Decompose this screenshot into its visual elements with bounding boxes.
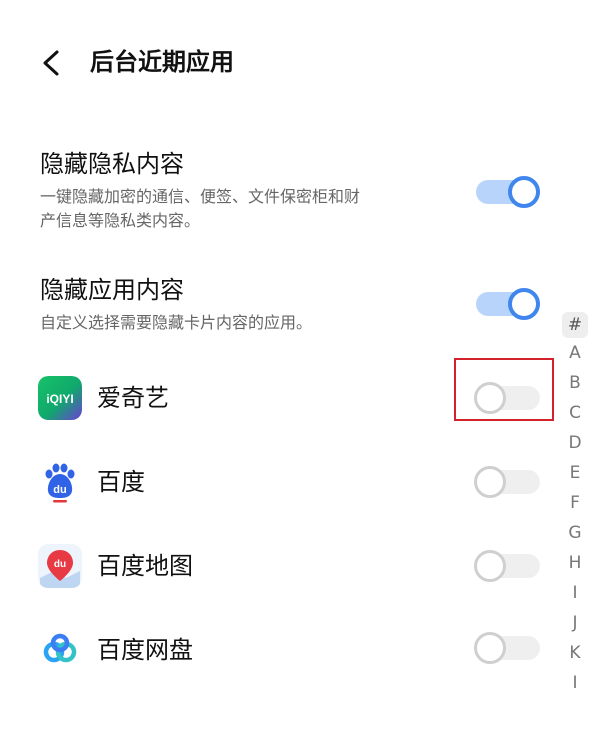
setting-title: 隐藏应用内容 (40, 276, 184, 304)
index-item-c[interactable]: C (562, 398, 588, 428)
baidu-map-toggle[interactable] (474, 550, 544, 582)
baidu-icon: du (38, 460, 82, 504)
app-name: 百度 (97, 468, 145, 496)
back-button[interactable] (32, 42, 72, 82)
header-bar: 后台近期应用 (0, 0, 600, 125)
toggle-knob (474, 550, 506, 582)
alphabet-index[interactable]: # A B C D E F G H I J K I (562, 312, 590, 698)
setting-description: 自定义选择需要隐藏卡片内容的应用。 (40, 313, 313, 332)
app-name: 百度网盘 (97, 636, 193, 664)
setting-title: 隐藏隐私内容 (40, 150, 184, 178)
baidu-netdisk-icon (38, 628, 82, 672)
baidu-toggle[interactable] (474, 466, 544, 498)
baidu-map-icon-text: du (54, 559, 66, 570)
baidu-netdisk-toggle[interactable] (474, 632, 544, 664)
toggle-knob (508, 288, 540, 320)
setting-description-line: 产信息等隐私类内容。 (40, 211, 201, 230)
chevron-left-icon (43, 50, 59, 76)
index-item-d[interactable]: D (562, 428, 588, 458)
setting-hide-private-content: 隐藏隐私内容 一键隐藏加密的通信、便签、文件保密柜和财 产信息等隐私类内容。 (40, 147, 460, 233)
toggle-knob (474, 466, 506, 498)
setting-description-line: 一键隐藏加密的通信、便签、文件保密柜和财 (40, 187, 361, 206)
toggle-knob (474, 632, 506, 664)
index-item-e[interactable]: E (562, 458, 588, 488)
index-item-f[interactable]: F (562, 488, 588, 518)
app-name: 爱奇艺 (97, 384, 169, 412)
app-name: 百度地图 (97, 552, 193, 580)
index-item-b[interactable]: B (562, 368, 588, 398)
baidu-map-icon: du (38, 544, 82, 588)
toggle-knob (508, 176, 540, 208)
highlight-box (454, 358, 554, 421)
iqiyi-icon-text: iQIYI (46, 392, 73, 406)
page-title: 后台近期应用 (90, 48, 234, 76)
index-item-j[interactable]: J (562, 608, 588, 638)
index-item-a[interactable]: A (562, 338, 588, 368)
hide-private-content-toggle[interactable] (474, 176, 544, 208)
index-item-i[interactable]: I (562, 578, 588, 608)
index-item-g[interactable]: G (562, 518, 588, 548)
baidu-icon-text: du (53, 484, 66, 496)
setting-description: 一键隐藏加密的通信、便签、文件保密柜和财 产信息等隐私类内容。 (40, 185, 460, 233)
hide-app-content-toggle[interactable] (474, 288, 544, 320)
iqiyi-icon: iQIYI (38, 376, 82, 420)
index-item-k[interactable]: K (562, 638, 588, 668)
index-item-h[interactable]: H (562, 548, 588, 578)
setting-hide-app-content: 隐藏应用内容 自定义选择需要隐藏卡片内容的应用。 (40, 273, 460, 335)
index-item-i2[interactable]: I (562, 668, 588, 698)
index-item-hash[interactable]: # (562, 312, 588, 338)
